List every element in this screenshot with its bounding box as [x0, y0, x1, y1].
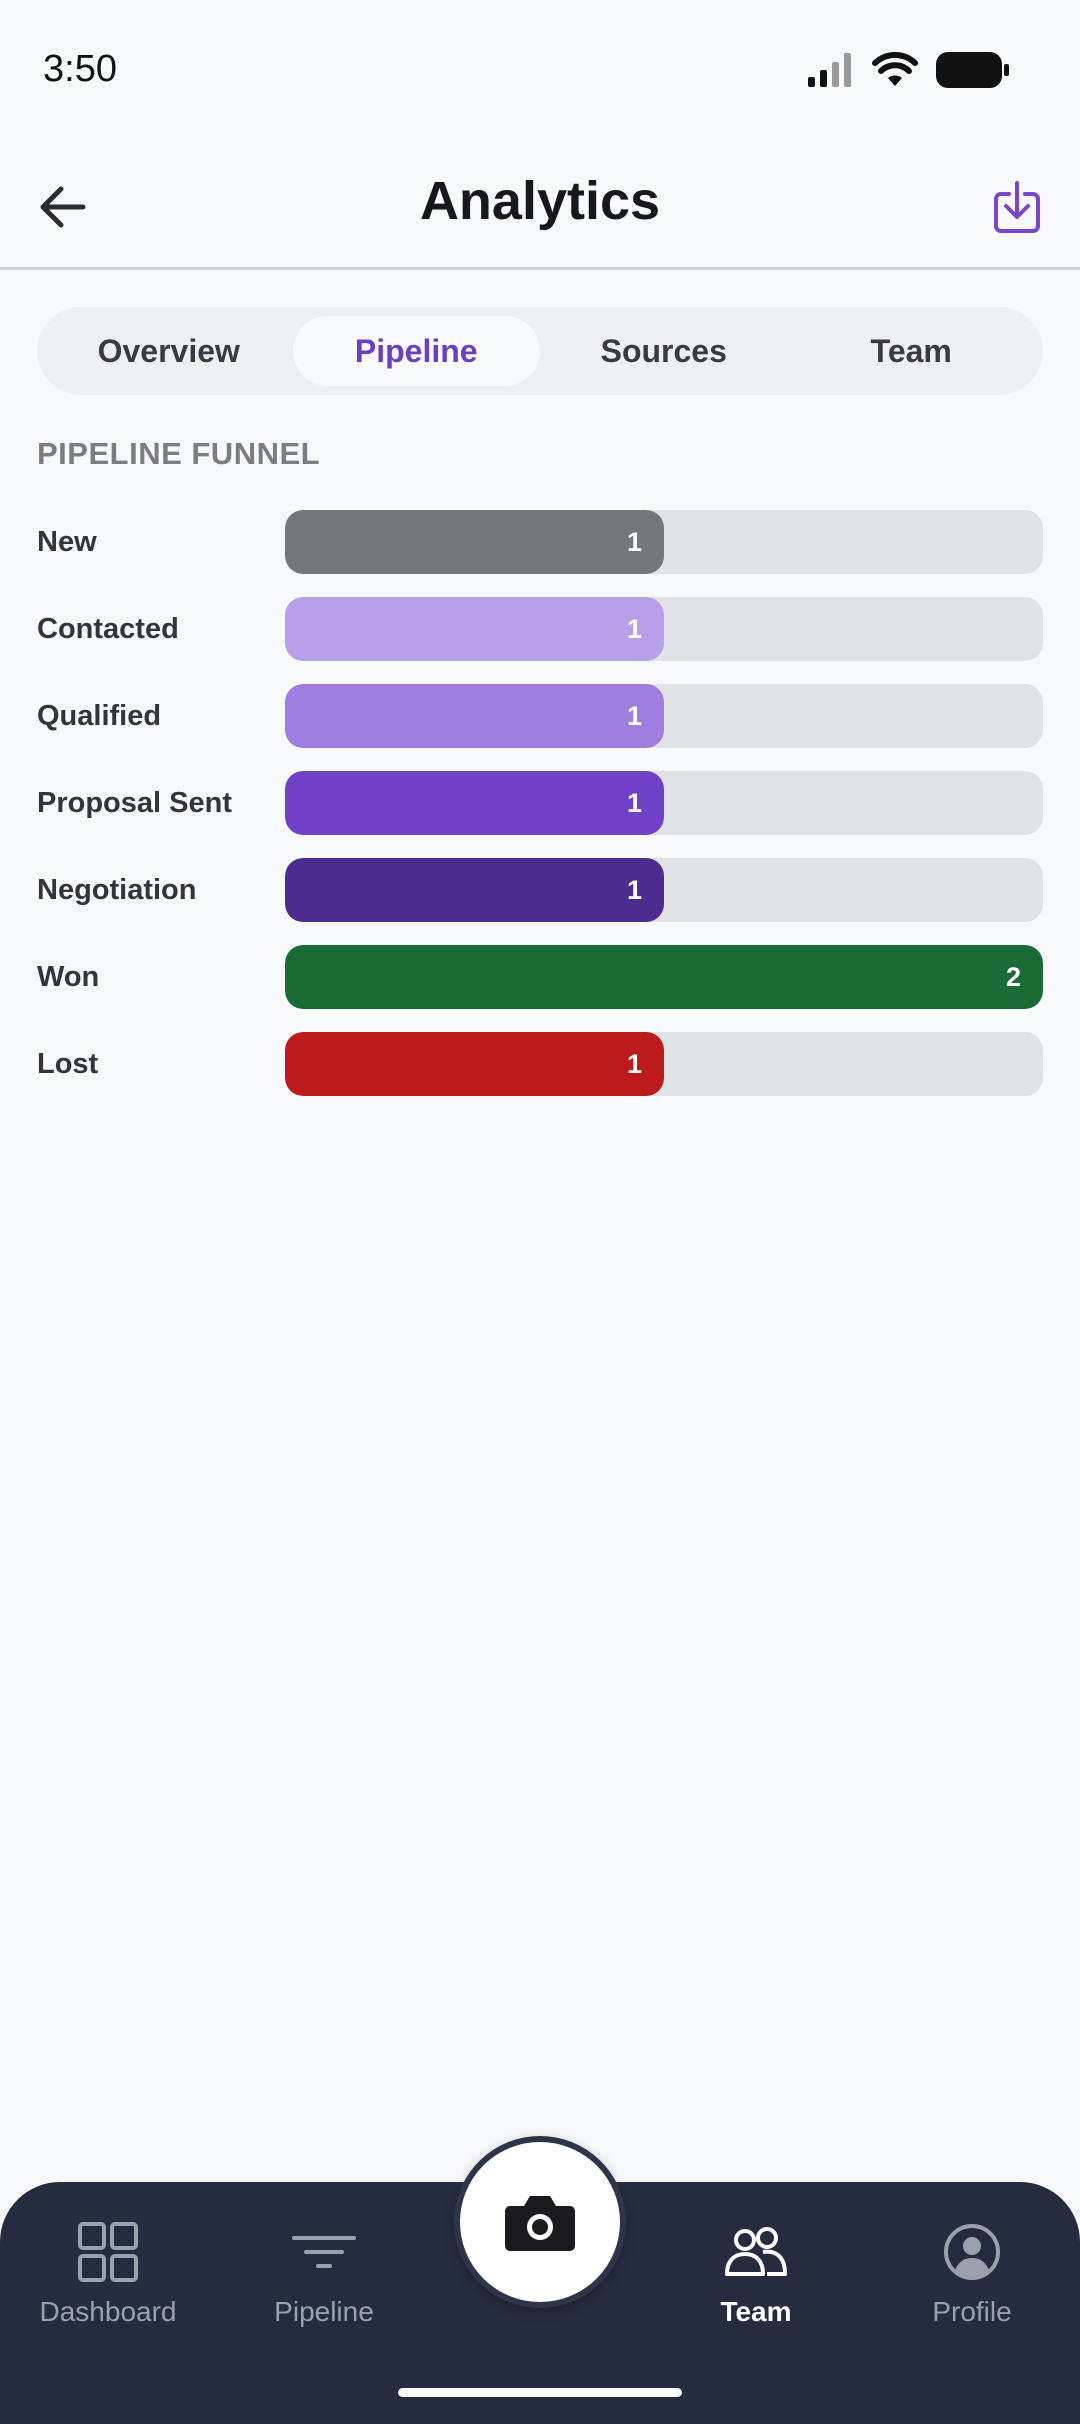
- funnel-label: Negotiation: [37, 874, 197, 906]
- funnel-row: Contacted 1: [37, 597, 1043, 661]
- status-icons: [808, 52, 1010, 88]
- battery-icon: [936, 52, 1009, 88]
- home-indicator: [398, 2388, 682, 2397]
- bar-fill: 1: [285, 858, 664, 922]
- funnel-label: Contacted: [37, 613, 179, 645]
- tab-pipeline[interactable]: Pipeline: [292, 316, 540, 386]
- bar-track: 2: [285, 945, 1043, 1009]
- tab-sources[interactable]: Sources: [540, 316, 788, 386]
- user-circle-icon: [944, 2224, 1000, 2280]
- pipeline-funnel-chart: New 1 Contacted 1 Qualified 1 Proposal Sent 1 Ne…: [37, 510, 1043, 1119]
- funnel-label: Proposal Sent: [37, 787, 232, 819]
- signal-icon: [808, 53, 851, 87]
- funnel-row: Proposal Sent 1: [37, 771, 1043, 835]
- nav-dashboard[interactable]: Dashboard: [8, 2222, 208, 2328]
- bar-track: 1: [285, 858, 1043, 922]
- funnel-label: Lost: [37, 1048, 99, 1080]
- app-header: Analytics: [0, 140, 1080, 270]
- bar-value-label: 2: [1005, 962, 1021, 992]
- page-title: Analytics: [419, 171, 661, 231]
- bar-fill: 2: [285, 945, 1043, 1009]
- bar-fill: 1: [285, 771, 664, 835]
- wifi-icon: [872, 52, 918, 86]
- funnel-label: Won: [37, 961, 100, 993]
- bar-fill: 1: [285, 1032, 664, 1096]
- bar-track: 1: [285, 1032, 1043, 1096]
- tab-team[interactable]: Team: [788, 316, 1036, 386]
- nav-pipeline-label: Pipeline: [274, 2296, 374, 2327]
- screen: 3:50 Analytics Overview Pipeline Sources…: [0, 0, 1080, 2424]
- bar-value-label: 1: [626, 875, 642, 905]
- tab-overview[interactable]: Overview: [45, 316, 293, 386]
- bar-track: 1: [285, 684, 1043, 748]
- bar-fill: 1: [285, 597, 664, 661]
- bar-track: 1: [285, 510, 1043, 574]
- funnel-row: New 1: [37, 510, 1043, 574]
- bar-value-label: 1: [626, 614, 642, 644]
- status-bar: 3:50: [0, 0, 1080, 140]
- nav-pipeline[interactable]: Pipeline: [224, 2222, 424, 2328]
- filter-icon: [292, 2236, 356, 2268]
- camera-button[interactable]: [454, 2136, 626, 2308]
- analytics-tabs: Overview Pipeline Sources Team: [37, 307, 1043, 395]
- bar-value-label: 1: [626, 701, 642, 731]
- funnel-row: Negotiation 1: [37, 858, 1043, 922]
- funnel-row: Won 2: [37, 945, 1043, 1009]
- bar-fill: 1: [285, 684, 664, 748]
- bar-track: 1: [285, 597, 1043, 661]
- bar-track: 1: [285, 771, 1043, 835]
- funnel-row: Qualified 1: [37, 684, 1043, 748]
- nav-team-label: Team: [720, 2296, 792, 2327]
- funnel-label: Qualified: [37, 700, 162, 732]
- status-time: 3:50: [43, 48, 117, 90]
- grid-icon: [78, 2222, 138, 2282]
- download-icon: [994, 181, 1040, 233]
- nav-profile-label: Profile: [932, 2296, 1012, 2327]
- bar-value-label: 1: [626, 527, 642, 557]
- bar-value-label: 1: [626, 1049, 642, 1079]
- export-button[interactable]: [984, 174, 1050, 240]
- nav-team[interactable]: Team: [656, 2222, 856, 2328]
- bar-fill: 1: [285, 510, 664, 574]
- funnel-row: Lost 1: [37, 1032, 1043, 1096]
- nav-dashboard-label: Dashboard: [39, 2296, 177, 2327]
- users-icon: [725, 2227, 787, 2276]
- nav-profile[interactable]: Profile: [872, 2222, 1072, 2328]
- funnel-label: New: [37, 526, 97, 558]
- bar-value-label: 1: [626, 788, 642, 818]
- section-title: PIPELINE FUNNEL: [37, 436, 321, 471]
- camera-icon: [505, 2196, 575, 2251]
